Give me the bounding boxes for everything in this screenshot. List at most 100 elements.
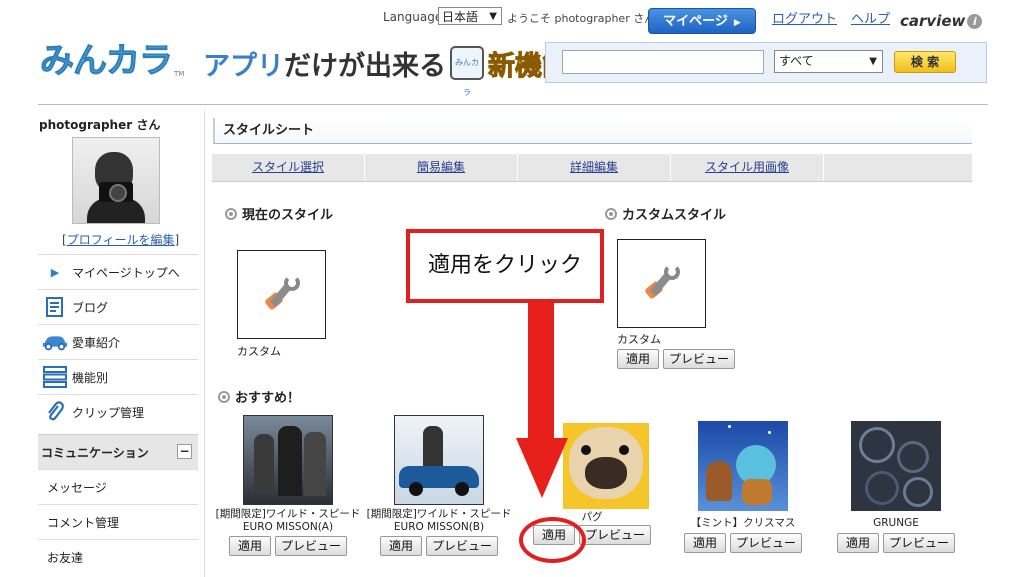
- sidebar-item-label: 機能別: [72, 370, 109, 385]
- collapse-icon[interactable]: −: [177, 444, 192, 459]
- tab-bar: スタイル選択 簡易編集 詳細編集 スタイル用画像: [212, 154, 972, 182]
- search-scope-select[interactable]: すべて ▼: [774, 50, 883, 73]
- sidebar-item-comments[interactable]: コメント管理: [38, 504, 198, 539]
- list-icon: [42, 366, 68, 388]
- custom-apply-button[interactable]: 適用: [617, 349, 659, 369]
- custom-preview-button[interactable]: プレビュー: [663, 349, 735, 369]
- logout-link[interactable]: ログアウト: [772, 8, 837, 27]
- style-caption: 【ミント】クリスマス: [690, 517, 796, 529]
- wrench-icon: [640, 262, 684, 306]
- custom-style-name: カスタム: [617, 333, 661, 346]
- sidebar-item-mypage-top[interactable]: ▶ マイページトップへ: [38, 254, 198, 289]
- style-thumbnail-grunge[interactable]: [851, 421, 941, 511]
- style-caption: GRUNGE: [873, 517, 919, 529]
- profile-edit: [プロフィールを編集]: [62, 233, 180, 247]
- style-card-fast-b: [期間限定]ワイルド・スピードEURO MISSON(B) 適用 プレビュー: [364, 415, 514, 556]
- minkara-logo-text: みんカラ: [40, 41, 174, 82]
- search-box: すべて ▼ 検 索: [545, 42, 987, 83]
- recommended-heading: おすすめ！: [218, 387, 300, 406]
- dropdown-arrow-icon: ▼: [489, 11, 497, 22]
- tab-simple-edit[interactable]: 簡易編集: [365, 154, 518, 181]
- promo-app-text: アプリ: [203, 50, 284, 82]
- header-divider: [38, 104, 988, 105]
- apply-button[interactable]: 適用: [837, 533, 879, 553]
- sidebar-item-label: マイページトップへ: [72, 265, 180, 280]
- current-style-thumbnail: [237, 250, 326, 339]
- preview-button[interactable]: プレビュー: [730, 533, 802, 553]
- wrench-icon: [260, 273, 304, 317]
- trademark-mark: TM: [174, 70, 185, 78]
- annotation-highlight-ring: [519, 517, 586, 563]
- sidebar-item-message[interactable]: メッセージ: [38, 469, 198, 504]
- style-card-grunge: GRUNGE 適用 プレビュー: [821, 421, 971, 553]
- preview-button[interactable]: プレビュー: [275, 536, 347, 556]
- arrow-right-icon: ▶: [733, 18, 741, 28]
- tab-style-select[interactable]: スタイル選択: [212, 154, 365, 181]
- language-select[interactable]: 日本語 ▼: [438, 7, 502, 25]
- minkara-logo[interactable]: みんカラ TM: [40, 41, 185, 82]
- style-thumbnail-fast-b[interactable]: [394, 415, 484, 505]
- style-thumbnail-fast-a[interactable]: [243, 415, 333, 505]
- language-label: Language: [383, 10, 443, 24]
- language-value: 日本語: [442, 10, 479, 24]
- car-icon: [42, 333, 68, 351]
- sidebar-item-blog[interactable]: ブログ: [38, 289, 198, 324]
- preview-button[interactable]: プレビュー: [426, 536, 498, 556]
- mypage-label: マイページ: [663, 14, 728, 29]
- tab-detail-edit[interactable]: 詳細編集: [518, 154, 671, 181]
- blog-icon: [42, 296, 68, 318]
- current-style-name: カスタム: [237, 345, 281, 358]
- dropdown-arrow-icon: ▼: [869, 56, 877, 67]
- preview-button[interactable]: プレビュー: [579, 525, 651, 545]
- minkara-app-icon: みんカラ: [450, 46, 484, 97]
- bullet-icon: [605, 207, 617, 220]
- promo-only-text: だけが出来る: [284, 50, 446, 82]
- recommended-heading-label: おすすめ！: [235, 391, 301, 406]
- annotation-callout: 適用をクリック: [406, 229, 604, 303]
- triangle-right-icon: ▶: [50, 265, 60, 279]
- avatar[interactable]: [72, 137, 160, 224]
- annotation-arrow-shaft: [528, 303, 554, 443]
- bullet-icon: [225, 207, 237, 220]
- sidebar-item-label: ブログ: [72, 300, 109, 315]
- promo-banner[interactable]: アプリだけが出来る みんカラ 新機能: [203, 44, 570, 97]
- promo-text: アプリだけが出来る: [203, 44, 446, 83]
- sidebar-section-label: コミュニケーション: [41, 445, 149, 460]
- annotation-arrow-head-icon: [516, 438, 568, 498]
- preview-button[interactable]: プレビュー: [883, 533, 955, 553]
- style-thumbnail-pug[interactable]: [563, 423, 649, 509]
- custom-style-heading-label: カスタムスタイル: [622, 208, 727, 223]
- mypage-button[interactable]: マイページ ▶: [648, 8, 756, 34]
- search-input[interactable]: [562, 50, 764, 74]
- info-icon: i: [967, 14, 983, 29]
- carview-logo[interactable]: carview i: [900, 12, 983, 30]
- sidebar-username: photographer さん: [39, 118, 161, 132]
- sidebar-item-features[interactable]: 機能別: [38, 359, 198, 394]
- camera-lens: [109, 184, 127, 202]
- search-scope-value: すべて: [779, 54, 814, 68]
- style-card-christmas: 【ミント】クリスマス 適用 プレビュー: [668, 421, 818, 553]
- style-card-fast-a: [期間限定]ワイルド・スピードEURO MISSON(A) 適用 プレビュー: [213, 415, 363, 556]
- sidebar-item-car[interactable]: 愛車紹介: [38, 324, 198, 359]
- tab-style-images[interactable]: スタイル用画像: [671, 154, 824, 181]
- sidebar-item-label: コメント管理: [47, 515, 120, 530]
- apply-button[interactable]: 適用: [684, 533, 726, 553]
- custom-style-thumbnail[interactable]: [617, 239, 706, 328]
- current-style-heading-label: 現在のスタイル: [242, 208, 334, 223]
- sidebar-item-clip[interactable]: クリップ管理: [38, 394, 198, 429]
- carview-text: carview: [900, 12, 966, 30]
- apply-button[interactable]: 適用: [380, 536, 422, 556]
- sidebar-item-friends[interactable]: お友達: [38, 539, 198, 574]
- custom-style-heading: カスタムスタイル: [605, 204, 726, 223]
- apply-button[interactable]: 適用: [229, 536, 271, 556]
- sidebar-divider: [204, 110, 205, 577]
- page-title: スタイルシート: [213, 118, 972, 144]
- welcome-text: ようこそ photographer さん: [507, 12, 656, 25]
- bullet-icon: [218, 390, 230, 403]
- current-style-heading: 現在のスタイル: [225, 204, 333, 223]
- help-link[interactable]: ヘルプ: [851, 8, 890, 27]
- profile-edit-link[interactable]: プロフィールを編集: [67, 233, 175, 247]
- sidebar-section-communication[interactable]: コミュニケーション −: [38, 434, 198, 469]
- search-button[interactable]: 検 索: [894, 51, 956, 73]
- style-thumbnail-christmas[interactable]: [698, 421, 788, 511]
